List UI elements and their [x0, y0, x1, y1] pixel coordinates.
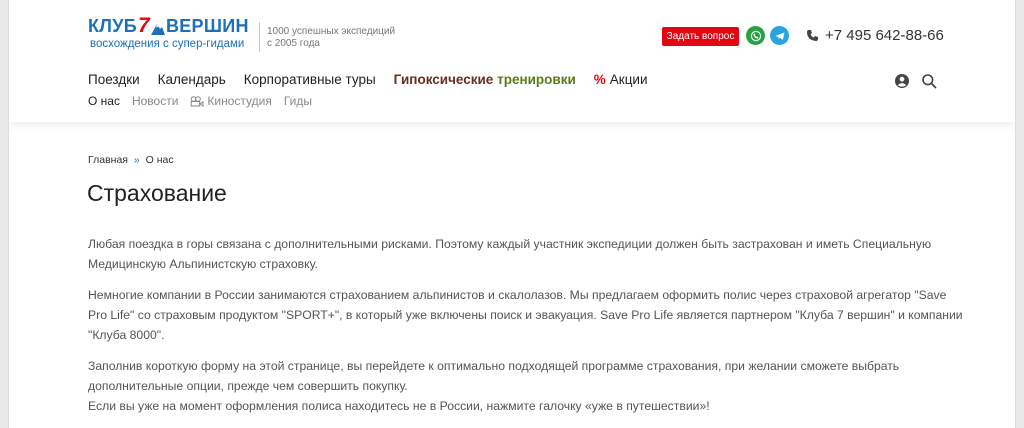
- subnav-item-guides[interactable]: Гиды: [284, 94, 312, 108]
- logo-peaks: ВЕРШИН: [165, 16, 249, 36]
- whatsapp-icon[interactable]: [746, 26, 765, 45]
- paragraph-2: Немногие компании в России занимаются ст…: [88, 288, 963, 342]
- sub-nav: О нас Новости Киностудия Гиды: [88, 94, 312, 108]
- breadcrumb-home[interactable]: Главная: [88, 154, 128, 166]
- search-icon[interactable]: [921, 73, 937, 89]
- page-content: Любая поездка в горы связана с дополните…: [88, 234, 968, 427]
- mountain-icon: [150, 24, 165, 35]
- promo-label: Акции: [609, 72, 648, 87]
- hypoxic-word2: тренировки: [497, 72, 576, 87]
- phone[interactable]: +7 495 642-88-66: [806, 27, 944, 44]
- breadcrumb-current[interactable]: О нас: [146, 154, 174, 166]
- logo-seven: 7: [137, 14, 150, 37]
- telegram-icon[interactable]: [770, 26, 789, 45]
- main-nav: Поездки Календарь Корпоративные туры Гип…: [88, 72, 648, 87]
- ask-question-button[interactable]: Задать вопрос: [662, 27, 739, 46]
- breadcrumb-separator: »: [133, 154, 140, 166]
- header-divider: [259, 22, 260, 52]
- page-frame: КЛУБ 7 ВЕРШИН восхождения с супер-гидами…: [8, 0, 1016, 428]
- nav-item-promo[interactable]: % Акции: [594, 72, 648, 87]
- cinema-label: Киностудия: [207, 94, 272, 108]
- subnav-item-news[interactable]: Новости: [132, 94, 178, 108]
- nav-item-corporate[interactable]: Корпоративные туры: [244, 72, 376, 87]
- subnav-item-about[interactable]: О нас: [88, 94, 120, 108]
- tagline: 1000 успешных экспедиций с 2005 года: [267, 26, 396, 49]
- paragraph-1: Любая поездка в горы связана с дополните…: [88, 237, 932, 271]
- phone-icon: [807, 30, 818, 41]
- camera-icon: [191, 95, 204, 107]
- logo[interactable]: КЛУБ 7 ВЕРШИН восхождения с супер-гидами: [88, 14, 249, 50]
- user-icon[interactable]: [894, 73, 910, 89]
- logo-title: КЛУБ 7 ВЕРШИН: [88, 14, 249, 37]
- percent-icon: %: [593, 72, 606, 87]
- paragraph-3-note: Если вы уже на момент оформления полиса …: [88, 399, 710, 413]
- nav-item-hypoxic[interactable]: Гипоксические тренировки: [394, 72, 576, 87]
- subnav-item-cinema[interactable]: Киностудия: [190, 94, 272, 108]
- nav-item-calendar[interactable]: Календарь: [158, 72, 226, 87]
- paragraph-3-text: Заполнив короткую форму на этой странице…: [88, 359, 900, 393]
- logo-club: КЛУБ: [88, 16, 137, 36]
- logo-subtitle: восхождения с супер-гидами: [90, 38, 245, 50]
- nav-item-trips[interactable]: Поездки: [88, 72, 140, 87]
- hypoxic-word1: Гипоксические: [393, 72, 494, 87]
- paragraph-3: Заполнив короткую форму на этой странице…: [88, 356, 968, 416]
- site-header: КЛУБ 7 ВЕРШИН восхождения с супер-гидами…: [9, 0, 1015, 122]
- page-title: Страхование: [87, 180, 227, 206]
- breadcrumb: Главная » О нас: [88, 154, 174, 166]
- phone-number: +7 495 642-88-66: [825, 27, 944, 44]
